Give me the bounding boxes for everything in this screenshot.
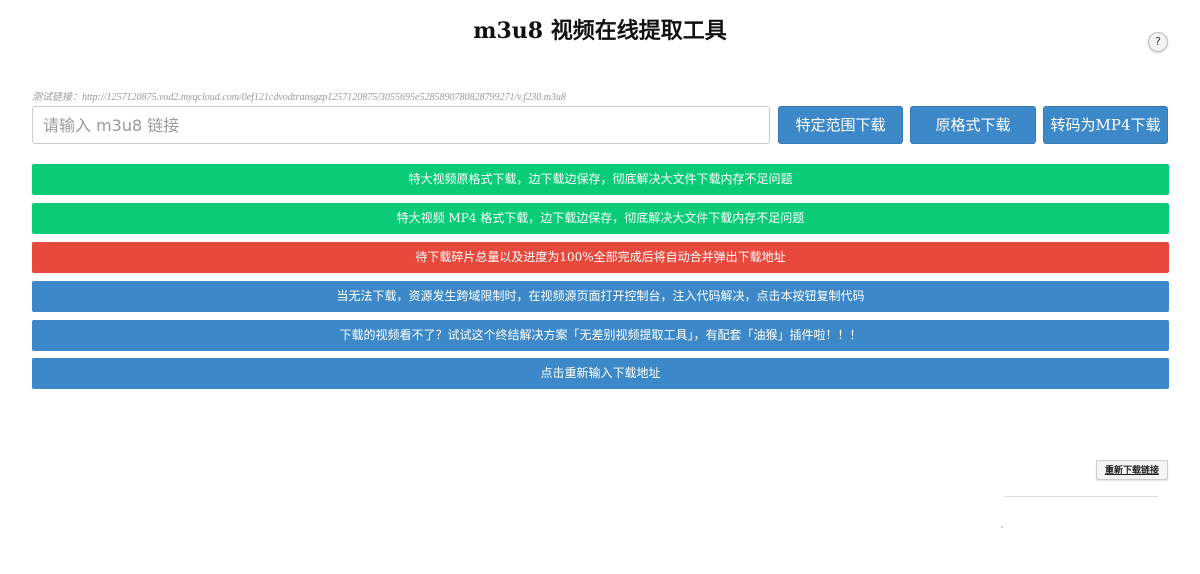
decorative-dot — [1001, 526, 1003, 528]
redownload-link-button[interactable]: 重新下载链接 — [1096, 460, 1168, 480]
reenter-url-button[interactable]: 点击重新输入下载地址 — [32, 358, 1169, 389]
copy-cors-code-button[interactable]: 当无法下载，资源发生跨域限制时，在视频源页面打开控制台，注入代码解决，点击本按钮… — [32, 281, 1169, 312]
divider — [1004, 496, 1158, 497]
mp4-transcode-download-button[interactable]: 转码为MP4下载 — [1043, 106, 1168, 144]
test-link-hint: 测试链接：http://1257120875.vod2.myqcloud.com… — [32, 92, 566, 103]
alt-tool-link-button[interactable]: 下载的视频看不了？试试这个终结解决方案「无差别视频提取工具」，有配套「油猴」插件… — [32, 320, 1169, 351]
original-format-download-button[interactable]: 原格式下载 — [910, 106, 1036, 144]
page-title: m3u8 视频在线提取工具 — [473, 18, 727, 44]
help-button[interactable]: ? — [1148, 32, 1168, 52]
range-download-button[interactable]: 特定范围下载 — [778, 106, 903, 144]
stream-original-download-button[interactable]: 特大视频原格式下载，边下载边保存，彻底解决大文件下载内存不足问题 — [32, 164, 1169, 195]
m3u8-url-input[interactable] — [32, 106, 770, 144]
stream-mp4-download-button[interactable]: 特大视频 MP4 格式下载，边下载边保存，彻底解决大文件下载内存不足问题 — [32, 203, 1169, 234]
download-progress-notice: 待下载碎片总量以及进度为100%全部完成后将自动合并弹出下载地址 — [32, 242, 1169, 273]
